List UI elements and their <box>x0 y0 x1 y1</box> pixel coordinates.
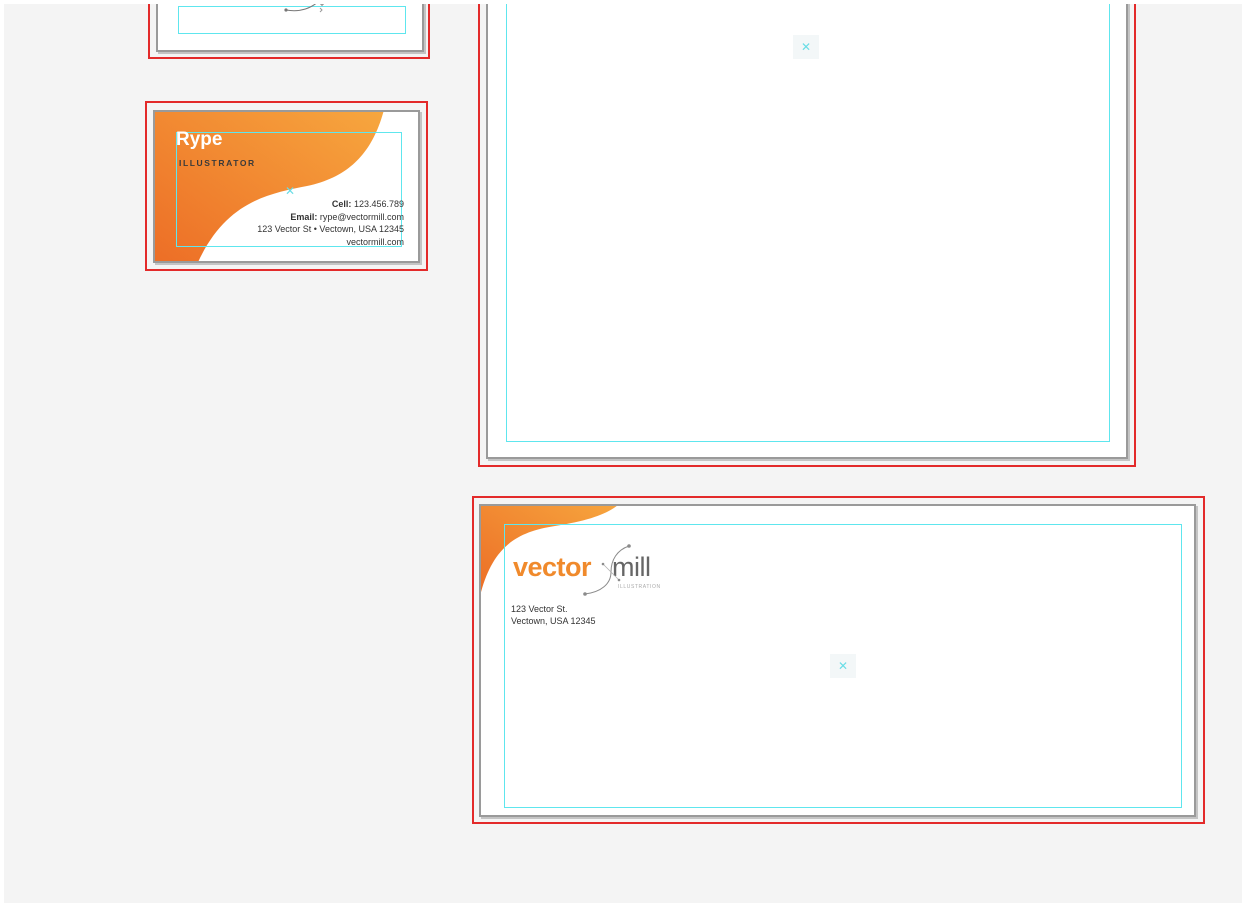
card-contact-block: Cell: 123.456.789 Email: rype@vectormill… <box>257 198 404 248</box>
logo-tagline: ILLUSTRATION <box>618 584 661 590</box>
card-address: 123 Vector St • Vectown, USA 12345 <box>257 224 404 234</box>
center-marker-icon: ✕ <box>793 35 819 59</box>
envelope-address-line1: 123 Vector St. <box>511 604 568 614</box>
card-title: ILLUSTRATOR <box>179 158 256 168</box>
card-email-label: Email: <box>290 211 318 222</box>
envelope-artboard[interactable]: vector mill ILLUSTRATION 123 Vector St. … <box>479 504 1196 817</box>
logo-fragment-icon <box>284 4 324 13</box>
artboard-canvas[interactable]: Rype ILLUSTRATOR ✕ Cell: 123.456.789 Ema… <box>4 4 1242 903</box>
card-name: Rype <box>176 129 223 150</box>
card-cell-value: 123.456.789 <box>353 199 404 209</box>
artboard-top-left[interactable] <box>156 4 424 52</box>
vectormill-logo: vector mill ILLUSTRATION <box>513 544 673 600</box>
card-cell-line: Cell: 123.456.789 <box>257 198 404 211</box>
business-card-artboard[interactable]: Rype ILLUSTRATOR ✕ Cell: 123.456.789 Ema… <box>153 110 420 263</box>
pen-tool-curve-icon <box>583 544 631 596</box>
margin-guide <box>506 4 1110 442</box>
card-email-value: rype@vectormill.com <box>319 211 404 222</box>
card-website: vectormill.com <box>346 236 404 247</box>
card-cell-label: Cell: <box>331 199 352 209</box>
envelope-address-line2: Vectown, USA 12345 <box>511 616 596 626</box>
letterhead-artboard[interactable]: ✕ <box>486 4 1128 459</box>
card-email-line: Email: rype@vectormill.com <box>257 211 404 224</box>
center-marker-icon: ✕ <box>830 654 856 678</box>
